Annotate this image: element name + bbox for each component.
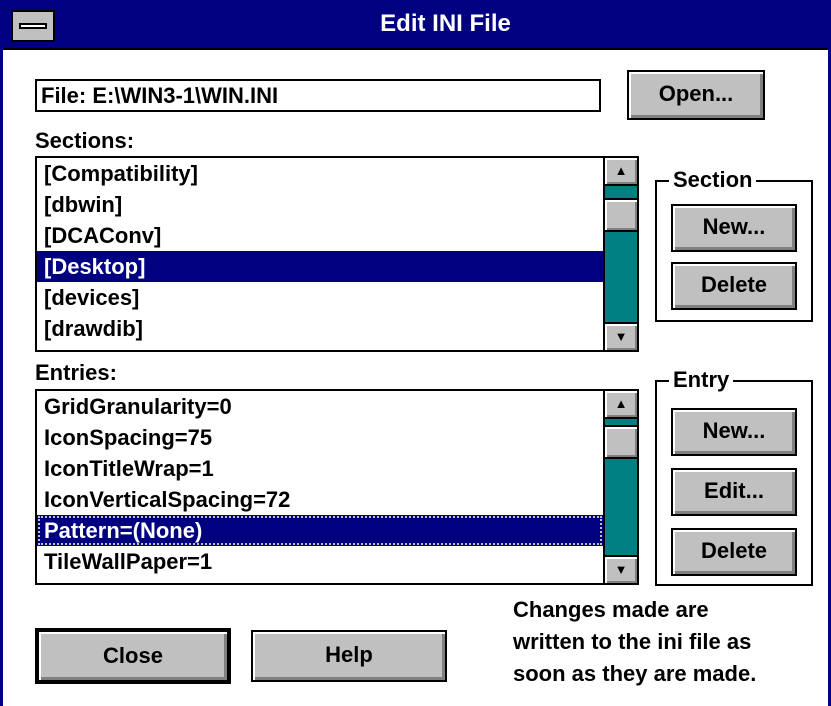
entry-delete-button[interactable]: Delete — [671, 528, 797, 576]
sections-label: Sections: — [35, 128, 135, 153]
entry-groupbox: Entry New... Edit... Delete — [655, 366, 813, 586]
section-groupbox: Section New... Delete — [655, 166, 813, 322]
section-item-selected[interactable]: [Desktop] — [37, 251, 603, 282]
entry-group-title: Entry — [669, 366, 734, 394]
title-bar[interactable]: Edit INI File — [3, 0, 828, 50]
entry-item[interactable]: IconVerticalSpacing=72 — [37, 484, 603, 515]
note-line: soon as they are made. — [513, 661, 757, 686]
up-arrow-icon[interactable]: ▲ — [605, 391, 637, 419]
sections-list-items: [Compatibility] [dbwin] [DCAConv] [Deskt… — [37, 158, 603, 350]
entry-item[interactable]: IconSpacing=75 — [37, 422, 603, 453]
note-line: written to the ini file as — [513, 629, 752, 654]
section-item[interactable]: [devices] — [37, 282, 603, 313]
section-group-title: Section — [669, 166, 757, 194]
entry-new-button[interactable]: New... — [671, 408, 797, 456]
entries-scrollbar[interactable]: ▲ ▼ — [603, 391, 637, 583]
down-arrow-icon[interactable]: ▼ — [605, 555, 637, 583]
help-button[interactable]: Help — [251, 630, 447, 682]
entries-label: Entries: — [35, 360, 117, 385]
window-title: Edit INI File — [380, 10, 511, 37]
section-item[interactable]: [dbwin] — [37, 189, 603, 220]
sections-scroll-thumb[interactable] — [605, 198, 637, 232]
sections-scrollbar[interactable]: ▲ ▼ — [603, 158, 637, 350]
changes-note: Changes made are written to the ini file… — [513, 594, 831, 690]
entries-scroll-thumb[interactable] — [605, 425, 637, 459]
system-menu-bar — [19, 23, 47, 29]
up-arrow-icon[interactable]: ▲ — [605, 158, 637, 186]
entry-item[interactable]: GridGranularity=0 — [37, 391, 603, 422]
close-button[interactable]: Close — [35, 628, 231, 684]
down-arrow-icon[interactable]: ▼ — [605, 322, 637, 350]
entries-listbox[interactable]: GridGranularity=0 IconSpacing=75 IconTit… — [35, 389, 639, 585]
system-menu-icon[interactable] — [11, 10, 55, 42]
section-item[interactable]: [DCAConv] — [37, 220, 603, 251]
entry-item[interactable]: TileWallPaper=1 — [37, 546, 603, 577]
section-item[interactable]: [drawdib] — [37, 313, 603, 344]
entry-edit-button[interactable]: Edit... — [671, 468, 797, 516]
section-item[interactable]: [Compatibility] — [37, 158, 603, 189]
note-line: Changes made are — [513, 597, 709, 622]
sections-listbox[interactable]: [Compatibility] [dbwin] [DCAConv] [Deskt… — [35, 156, 639, 352]
edit-ini-dialog: Edit INI File File: E:\WIN3-1\WIN.INI Op… — [0, 0, 831, 706]
file-path-field: File: E:\WIN3-1\WIN.INI — [35, 79, 601, 112]
entry-item-selected[interactable]: Pattern=(None) — [37, 515, 603, 546]
entries-list-items: GridGranularity=0 IconSpacing=75 IconTit… — [37, 391, 603, 583]
entry-item[interactable]: IconTitleWrap=1 — [37, 453, 603, 484]
open-button[interactable]: Open... — [627, 70, 765, 120]
section-delete-button[interactable]: Delete — [671, 262, 797, 310]
section-new-button[interactable]: New... — [671, 204, 797, 252]
